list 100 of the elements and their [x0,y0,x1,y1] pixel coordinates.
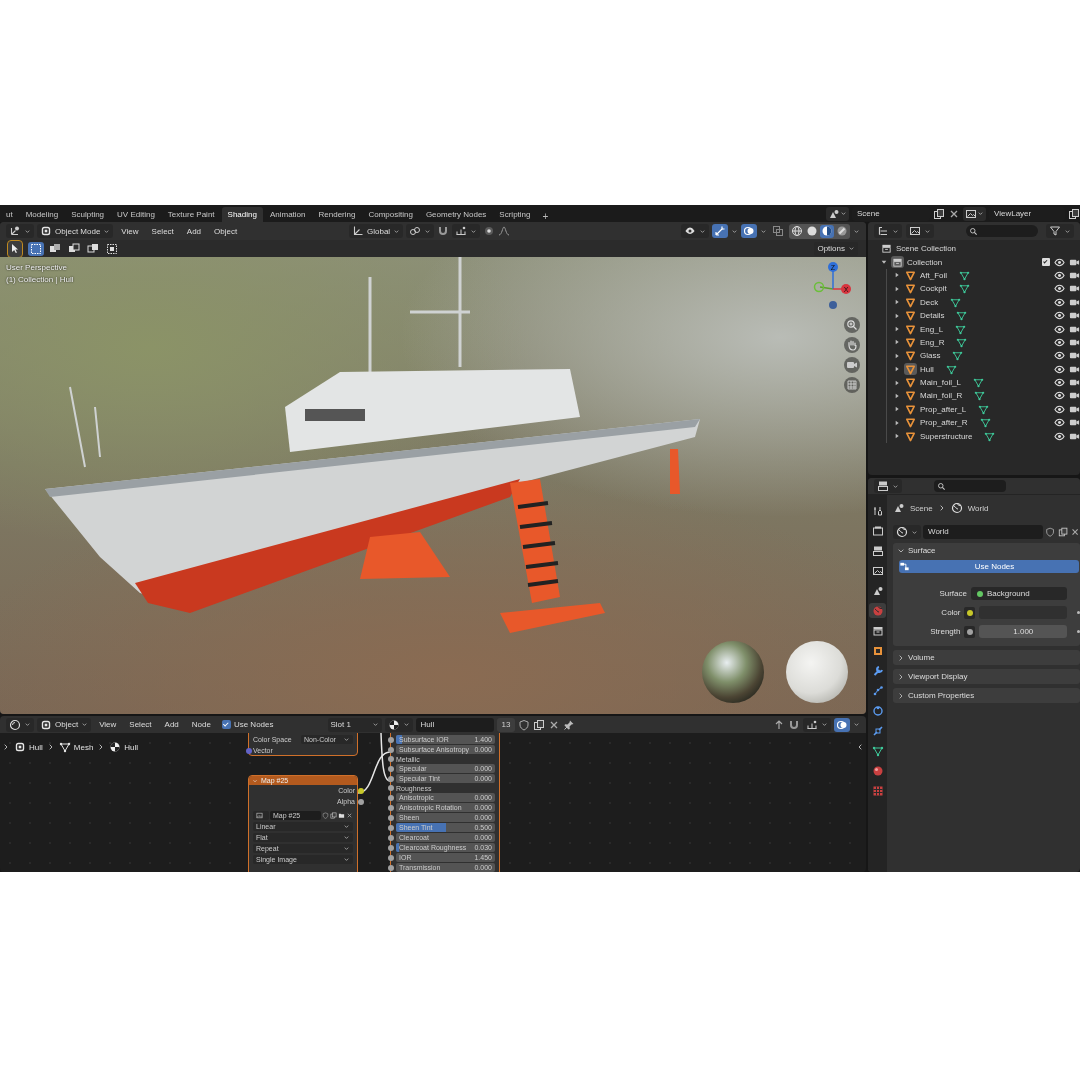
workspace-tab[interactable]: Modeling [19,207,65,222]
eye-icon[interactable] [1054,256,1065,268]
disclosure-triangle-icon[interactable] [893,392,901,400]
object-icon-highlight[interactable] [904,282,917,295]
magnet-icon[interactable] [788,718,800,731]
eye-icon[interactable] [1054,377,1065,389]
eye-icon[interactable] [1054,323,1065,335]
shader-selector[interactable]: Background [971,587,1067,600]
mesh-data-icon[interactable] [950,296,962,308]
socket-dot[interactable] [966,628,973,635]
outliner-item[interactable]: Cockpit [920,284,947,294]
camera-back-icon[interactable] [871,524,884,537]
search-field[interactable] [966,225,1038,237]
workspace-tab[interactable]: Compositing [362,207,419,222]
mesh-icon[interactable] [871,744,884,757]
menu-item[interactable]: Node [186,717,216,732]
outliner-item[interactable]: Superstructure [920,431,973,441]
image-stack-icon[interactable] [871,564,884,577]
outliner-item[interactable]: Collection [907,257,943,267]
display-mode-dropdown[interactable] [906,224,934,238]
workspace-tab[interactable]: Rendering [312,207,362,222]
editor-type-button[interactable] [6,224,34,238]
disclosure-triangle-icon[interactable] [893,405,901,414]
menu-item[interactable]: View [116,224,144,238]
user-count-button[interactable]: 13 [496,717,516,732]
disclosure-triangle-icon[interactable] [893,271,901,280]
object-icon-highlight[interactable] [904,416,917,429]
outliner-item[interactable]: Details [920,311,945,321]
copy-icon[interactable] [933,207,945,220]
world-browse-button[interactable] [893,525,921,539]
eye-icon[interactable] [1054,336,1065,348]
outliner-item[interactable]: Aft_Foil [920,270,948,280]
eye-icon[interactable] [1054,363,1065,375]
workspace-tab[interactable]: Shading [221,207,263,222]
close-icon[interactable] [1069,526,1080,538]
socket-dot[interactable] [966,609,973,616]
input-socket[interactable] [246,747,252,754]
panel-header[interactable]: Viewport Display [893,669,1080,684]
outliner-item[interactable]: Prop_after_L [920,404,967,414]
eye-icon[interactable] [1054,350,1065,362]
disclosure-triangle-icon[interactable] [893,365,901,374]
magnet-icon[interactable] [437,225,450,237]
disclosure-triangle-icon[interactable] [893,298,901,307]
object-icon-highlight[interactable] [904,323,917,336]
workspace-tab[interactable]: Animation [263,207,312,222]
scene-icon[interactable] [871,584,884,597]
overlay-icon[interactable] [836,718,848,731]
material-browse-button[interactable] [384,717,413,732]
axis-handle[interactable] [829,301,837,309]
object-icon-highlight[interactable] [904,296,917,309]
eye-icon[interactable] [1054,390,1065,402]
up-arrow-icon[interactable] [773,718,785,731]
output-socket[interactable] [358,799,364,806]
editor-type-button[interactable] [874,479,902,493]
selection-mode-icon[interactable] [49,242,61,255]
add-workspace-button[interactable]: + [537,211,554,222]
view-layer-browse-button[interactable] [963,206,986,221]
outliner-item[interactable]: Glass [920,351,941,361]
rendered-sphere-icon[interactable] [836,225,848,237]
world-name-field[interactable]: World [923,525,1044,539]
use-nodes-checkbox[interactable]: Use Nodes [218,720,277,729]
close-icon[interactable] [346,812,353,819]
selection-mode-icon[interactable] [68,242,80,255]
particles-icon[interactable] [871,684,884,697]
link-icon[interactable] [871,724,884,737]
workspace-tab[interactable]: Sculpting [65,207,111,222]
scene-browse-button[interactable] [826,206,849,221]
filter-dropdown[interactable] [1046,224,1074,238]
outliner-item[interactable]: Hull [920,364,934,374]
disclosure-triangle-icon[interactable] [893,351,901,360]
snap-dropdown[interactable] [803,717,831,732]
panel-header[interactable]: Surface [893,543,1080,558]
panel-header[interactable]: Custom Properties [893,688,1080,703]
object-icon-highlight[interactable] [904,390,917,402]
exclude-checkbox[interactable] [1042,258,1050,267]
outliner-item[interactable]: Main_foil_L [920,378,961,388]
workspace-tab[interactable]: Scripting [493,207,537,222]
output-socket[interactable] [358,788,364,795]
wrench-icon[interactable] [871,664,884,677]
outliner-item[interactable]: Deck [920,297,939,307]
hand-icon[interactable] [846,339,858,351]
mesh-data-icon[interactable] [956,310,968,322]
copy-icon[interactable] [330,812,337,819]
material-name-field[interactable]: Hull [415,717,494,732]
pivot-dropdown[interactable] [406,224,435,238]
options-dropdown[interactable]: Options [814,241,858,256]
object-icon-highlight[interactable] [904,309,917,322]
folder-icon[interactable] [338,812,345,819]
disclosure-triangle-icon[interactable] [893,338,901,347]
disclosure-triangle-icon[interactable] [893,284,901,293]
outliner-item[interactable]: Main_foil_R [920,391,963,401]
mesh-data-icon[interactable] [959,269,971,281]
outliner-item[interactable]: Eng_L [920,324,944,334]
disclosure-triangle-icon[interactable] [893,418,901,427]
material-sphere-icon[interactable] [821,225,833,237]
proportional-edit-icon[interactable] [483,225,496,237]
zoom-icon[interactable] [846,319,858,331]
pin-icon[interactable] [563,718,576,731]
sphere-icon[interactable] [871,764,884,777]
selection-mode-icon[interactable] [106,242,118,255]
